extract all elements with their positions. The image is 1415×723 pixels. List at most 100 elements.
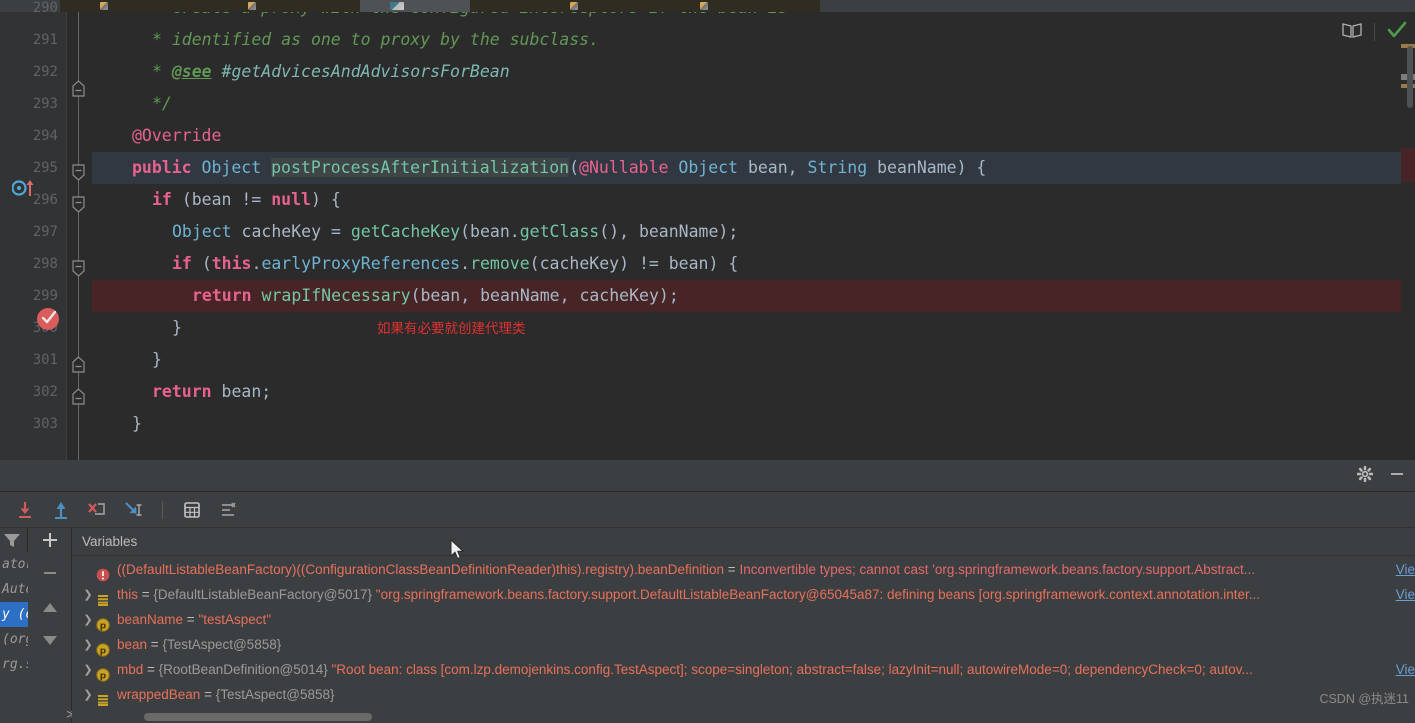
editor-scrollbar-thumb[interactable] [1407,46,1413,108]
move-watch-down-button[interactable] [38,628,62,652]
editor-scrollbar-markers[interactable] [1401,12,1415,460]
watch-item[interactable]: ator [0,552,28,577]
expand-chevron-icon[interactable]: ❯ [80,633,96,658]
code-token: #getAdvicesAndAdvisorsForBean [211,62,510,81]
force-step-into-button[interactable] [84,497,110,523]
code-line[interactable]: @Override [92,120,1415,152]
variable-value: "Root bean: class [com.lzp.demojenkins.c… [331,662,1253,677]
tab-active[interactable] [360,0,470,12]
variable-row[interactable]: ❯ p mbd = {RootBeanDefinition@5014} "Root … [72,657,1415,683]
watches-panel[interactable]: atorAutowy (org (orgrg.sp [0,528,28,723]
editor-gutter[interactable]: 2902912922932942952962972982993003013023… [0,0,66,460]
variable-name: wrappedBean [117,687,201,702]
tab-file-icon-4 [700,2,708,10]
expand-chevron-icon[interactable]: ❯ [80,683,96,708]
watch-item[interactable]: (org [0,627,28,652]
code-token: (cacheKey) != bean) { [529,254,739,273]
code-token: */ [152,94,172,113]
step-out-button[interactable] [48,497,74,523]
watch-item[interactable]: Autow [0,577,28,602]
variable-value: "org.springframework.beans.factory.suppo… [375,587,1261,602]
code-line[interactable]: Object cacheKey = getCacheKey(bean.getCl… [92,216,1415,248]
code-line[interactable]: * identified as one to proxy by the subc… [92,24,1415,56]
code-line[interactable]: public Object postProcessAfterInitializa… [92,152,1415,184]
code-token: @Override [132,126,222,145]
expand-chevron-icon[interactable]: ❯ [80,583,96,608]
add-watch-button[interactable] [38,528,62,552]
code-token: wrapIfNecessary [261,286,411,305]
remove-watch-button[interactable] [38,561,62,585]
override-method-gutter-icon[interactable] [11,177,38,199]
editor-top-right-icons[interactable] [1342,12,1407,52]
chinese-annotation: 如果有必要就创建代理类 [377,321,526,337]
variables-panel[interactable]: Variables ((DefaultListableBeanFactory)(… [72,528,1415,723]
expand-chevron-icon[interactable]: ❯ [80,658,96,683]
code-token: if [172,254,202,273]
code-token: Object [172,222,242,241]
editor-tab-strip[interactable] [0,0,1415,12]
move-watch-up-button[interactable] [38,596,62,620]
step-into-button[interactable] [120,497,146,523]
evaluate-expression-button[interactable] [179,497,205,523]
code-line[interactable]: return bean; [92,376,1415,408]
variable-equals: = [143,662,159,677]
line-number: 291 [32,32,58,48]
debugger-stepping-toolbar[interactable] [0,492,1415,528]
variable-row[interactable]: ❯ this = {DefaultListableBeanFactory@5017… [72,582,1415,607]
tab-right-group[interactable] [470,0,820,12]
code-fold-marker[interactable] [71,260,86,277]
code-fold-marker[interactable] [71,80,86,97]
sort-values-button[interactable] [215,497,241,523]
code-text-area[interactable]: * Create a proxy with the configured int… [92,12,1415,460]
variable-row[interactable]: ❯ wrappedBean = {TestAspect@5858} [72,682,1415,707]
view-value-link[interactable]: Vie [1396,582,1415,607]
line-number: 294 [32,128,58,144]
reader-mode-icon[interactable] [1342,22,1362,43]
inspection-ok-icon[interactable] [1387,21,1407,44]
code-folding-column[interactable] [67,12,92,501]
code-token: Object [678,158,748,177]
code-line[interactable]: } [92,408,1415,440]
variable-name: this [117,587,139,602]
minimize-icon[interactable] [1389,466,1405,487]
debugger-panel: atorAutowy (org (orgrg.sp [0,460,1415,723]
code-line[interactable]: */ [92,88,1415,120]
code-line[interactable]: return wrapIfNecessary(bean, beanName, c… [92,280,1415,312]
watch-item[interactable]: y (org [0,602,28,627]
watches-list[interactable]: atorAutowy (org (orgrg.sp [0,552,28,723]
view-value-link[interactable]: Vie [1396,557,1415,582]
variable-reference: {TestAspect@5858} [215,687,335,702]
expand-chevron-icon[interactable]: ❯ [80,608,96,633]
code-fold-marker[interactable] [71,164,86,181]
code-line[interactable]: } [92,344,1415,376]
settings-gear-icon[interactable] [1356,465,1374,487]
code-line[interactable]: * Create a proxy with the configured int… [92,12,1415,24]
line-number: 298 [32,256,58,272]
variables-list[interactable]: ((DefaultListableBeanFactory)((Configura… [72,557,1415,711]
code-line[interactable]: * @see #getAdvicesAndAdvisorsForBean [92,56,1415,88]
tab-file-icon-2 [248,2,256,10]
variable-row[interactable]: ((DefaultListableBeanFactory)((Configura… [72,557,1415,582]
code-token: return [192,286,262,305]
debugger-top-bar [0,460,1415,492]
variable-row[interactable]: ❯ p bean = {TestAspect@5858} [72,632,1415,658]
code-editor[interactable]: 2902912922932942952962972982993003013023… [0,0,1415,501]
variables-scroll-thumb[interactable] [144,713,372,721]
step-over-button[interactable] [12,497,38,523]
view-value-link[interactable]: Vie [1396,657,1415,682]
code-fold-marker[interactable] [71,196,86,213]
watch-item[interactable]: rg.sp [0,652,28,677]
watches-controls[interactable]: ≫ [28,528,79,723]
variables-tab-label[interactable]: Variables [72,528,1415,556]
variable-name: mbd [117,662,144,677]
variable-row[interactable]: ❯ p beanName = "testAspect" [72,607,1415,633]
marker-breakpoint-line[interactable] [1401,148,1415,182]
variables-horizontal-scrollbar[interactable] [144,711,1415,723]
parameter-icon: p [96,638,114,658]
code-fold-marker[interactable] [71,356,86,373]
code-line[interactable]: if (bean != null) { [92,184,1415,216]
code-fold-marker[interactable] [71,388,86,405]
breakpoint-icon[interactable] [37,308,59,330]
variable-name: beanName [117,612,184,627]
code-line[interactable]: if (this.earlyProxyReferences.remove(cac… [92,248,1415,280]
